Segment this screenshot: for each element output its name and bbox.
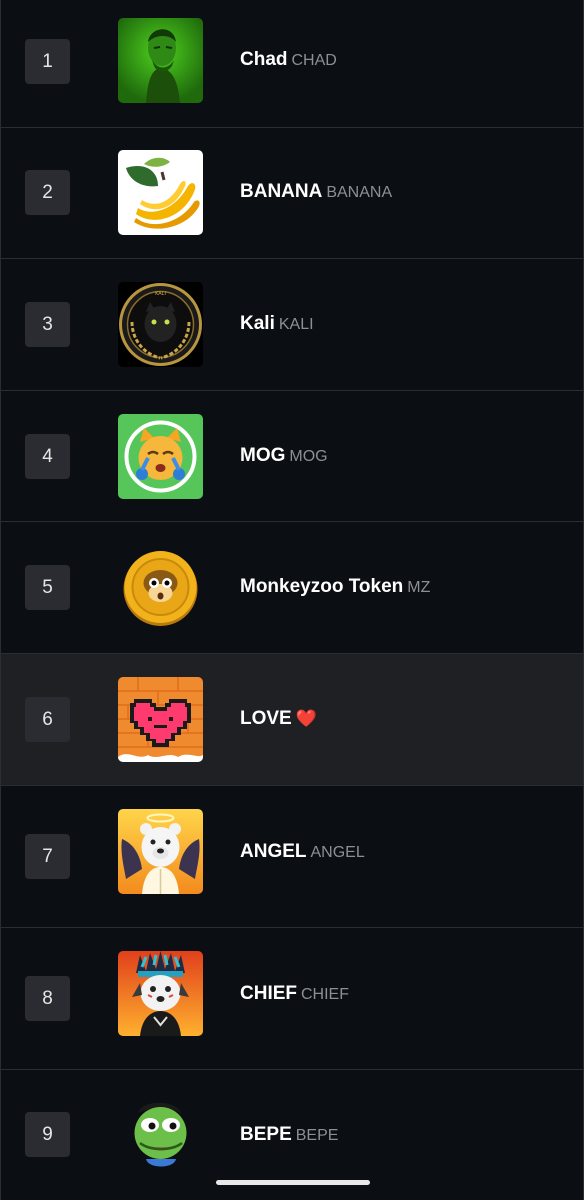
token-row-angel[interactable]: 7 ANGEL ANGEL <box>1 786 583 928</box>
token-symbol: ANGEL <box>310 844 365 861</box>
home-indicator[interactable] <box>216 1180 370 1185</box>
token-name-line: Kali KALI <box>240 313 314 335</box>
token-name: MOG <box>240 445 286 466</box>
token-row-monkeyzoo[interactable]: 5 Monkeyzoo Token MZ <box>1 522 583 654</box>
monkey-coin-logo <box>118 545 203 630</box>
token-symbol: MOG <box>289 448 328 465</box>
pepe-frog-logo <box>118 1093 203 1178</box>
banana-logo <box>118 150 203 235</box>
rank-badge: 9 <box>25 1112 70 1157</box>
token-row-love[interactable]: 6 LOVE ❤️ <box>1 654 583 786</box>
token-row-kali[interactable]: 3 KALI Kali KALI <box>1 259 583 391</box>
token-name: CHIEF <box>240 983 297 1004</box>
token-name: BEPE <box>240 1124 292 1145</box>
token-row-chief[interactable]: 8 CHIEF CHIEF <box>1 928 583 1070</box>
token-name: Kali <box>240 313 275 334</box>
pixel-heart-logo <box>118 677 203 762</box>
red-heart-icon: ❤️ <box>295 709 317 728</box>
token-name-line: Chad CHAD <box>240 49 337 71</box>
rank-badge: 4 <box>25 434 70 479</box>
token-name-line: ANGEL ANGEL <box>240 841 365 863</box>
token-symbol: KALI <box>278 316 314 333</box>
token-name: ANGEL <box>240 841 307 862</box>
chief-dog-logo <box>118 951 203 1036</box>
token-symbol: BANANA <box>326 184 393 201</box>
token-symbol: CHAD <box>291 52 337 69</box>
token-name-line: BEPE BEPE <box>240 1124 338 1146</box>
token-symbol: BEPE <box>295 1127 339 1144</box>
rank-badge: 5 <box>25 565 70 610</box>
crying-cat-logo <box>118 414 203 499</box>
token-name: LOVE <box>240 708 292 729</box>
token-row-chad[interactable]: 1 Chad CHAD <box>1 0 583 128</box>
rank-badge: 6 <box>25 697 70 742</box>
rank-badge: 3 <box>25 302 70 347</box>
svg-text:KALI: KALI <box>155 291 166 297</box>
token-name-line: CHIEF CHIEF <box>240 983 349 1005</box>
angel-bear-logo <box>118 809 203 894</box>
token-name-line: LOVE ❤️ <box>240 708 317 730</box>
token-name: Chad <box>240 49 288 70</box>
token-name-line: MOG MOG <box>240 445 328 467</box>
token-symbol: MZ <box>407 579 431 596</box>
rank-badge: 7 <box>25 834 70 879</box>
token-row-banana[interactable]: 2 BANANA BANANA <box>1 128 583 259</box>
token-row-mog[interactable]: 4 MOG MOG <box>1 391 583 522</box>
token-list: 1 Chad CHAD 2 BANANA BANANA 3 KALI Kali … <box>0 0 584 1200</box>
rank-badge: 1 <box>25 39 70 84</box>
token-name-line: BANANA BANANA <box>240 181 392 203</box>
chad-gigachad-logo <box>118 18 203 103</box>
rank-badge: 2 <box>25 170 70 215</box>
rank-badge: 8 <box>25 976 70 1021</box>
black-panther-laurel-logo: KALI <box>118 282 203 367</box>
token-name: BANANA <box>240 181 323 202</box>
token-name: Monkeyzoo Token <box>240 576 404 597</box>
token-symbol: CHIEF <box>301 986 349 1003</box>
token-name-line: Monkeyzoo Token MZ <box>240 576 430 598</box>
